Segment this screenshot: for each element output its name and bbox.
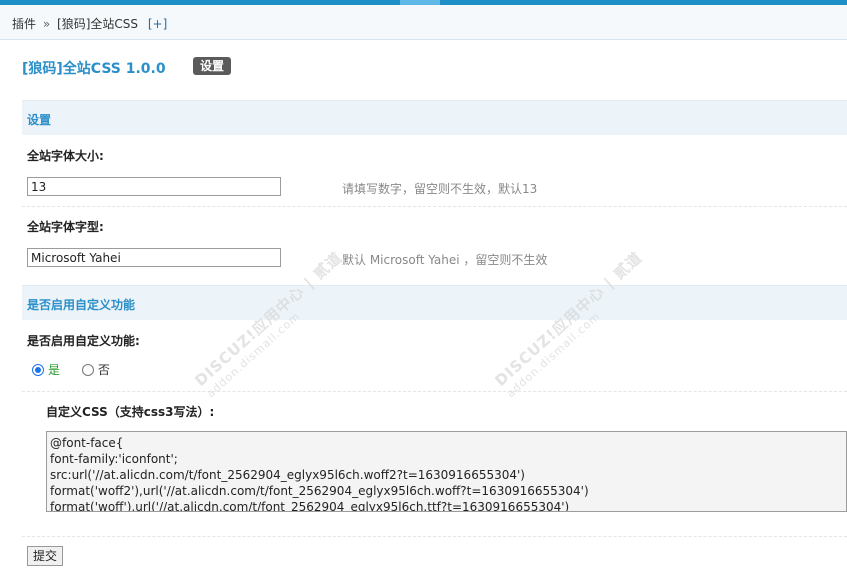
font-family-label: 全站字体字型:	[27, 220, 104, 234]
breadcrumb: 插件 » [狼码]全站CSS [+]	[12, 15, 167, 32]
section-title-settings: 设置	[27, 113, 52, 127]
font-family-input[interactable]	[27, 248, 281, 267]
breadcrumb-current: [狼码]全站CSS	[57, 17, 138, 31]
row-divider	[22, 206, 847, 208]
row-divider	[22, 391, 847, 393]
font-size-label: 全站字体大小:	[27, 149, 104, 163]
watermark-url: addon.dismall.com	[504, 309, 603, 401]
section-title-custom: 是否启用自定义功能	[27, 298, 136, 312]
enable-custom-radio-group: 是 否	[32, 361, 128, 377]
font-family-hint: 默认 Microsoft Yahei ，留空则不生效	[342, 253, 548, 267]
font-size-input[interactable]	[27, 177, 281, 196]
custom-css-label: 自定义CSS（支持css3写法）:	[46, 405, 215, 419]
radio-no[interactable]	[81, 363, 94, 376]
submit-button[interactable]: 提交	[27, 546, 64, 566]
custom-css-textarea[interactable]: @font-face{ font-family:'iconfont'; src:…	[46, 431, 847, 512]
settings-button[interactable]: 设置	[193, 57, 232, 75]
breadcrumb-separator: »	[42, 17, 51, 31]
radio-no-label[interactable]: 否	[98, 363, 110, 377]
enable-custom-label: 是否启用自定义功能:	[27, 334, 140, 348]
watermark-url: addon.dismall.com	[204, 309, 303, 401]
watermark: DISCUZ!应用中心 | 贰道 addon.dismall.com	[190, 247, 355, 401]
plugin-title: [狼码]全站CSS 1.0.0	[22, 61, 166, 77]
breadcrumb-add-link[interactable]: [+]	[148, 17, 167, 31]
watermark: DISCUZ!应用中心 | 贰道 addon.dismall.com	[490, 247, 655, 401]
row-divider	[22, 536, 847, 538]
radio-yes-label[interactable]: 是	[48, 363, 60, 377]
section-header-settings: 设置	[22, 100, 847, 135]
breadcrumb-bar: 插件 » [狼码]全站CSS [+]	[0, 5, 847, 40]
radio-yes[interactable]	[32, 363, 44, 376]
font-size-hint: 请填写数字，留空则不生效，默认13	[342, 182, 538, 196]
section-header-custom: 是否启用自定义功能	[22, 285, 847, 320]
breadcrumb-root-link[interactable]: 插件	[12, 17, 36, 31]
